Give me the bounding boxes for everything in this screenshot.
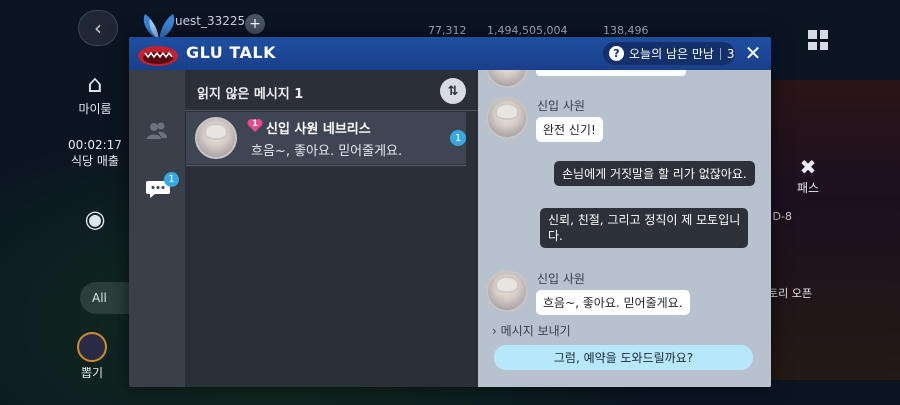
resource-value: 1,494,505,004 [487,24,568,37]
pass-label: 패스 [796,181,820,195]
heart-level-badge: 1 [247,118,263,133]
home-icon: ⌂ [87,70,103,98]
grid-menu-icon[interactable] [808,30,828,50]
home-menu-item[interactable]: ⌂ 마이룸 [60,70,130,117]
avatar [486,270,528,312]
avatar [486,70,528,88]
close-icon[interactable]: ✕ [743,41,763,65]
outgoing-message: 신뢰, 친절, 그리고 정직이 제 모토입니 다. [540,208,749,248]
pass-icon: ✖ [799,155,817,179]
eye-icon: ◉ [84,205,106,233]
chat-pane: 신입 사원 완전 신기! 손님에게 거짓말을 할 리가 없잖아요. 신뢰, 친절… [478,70,771,387]
chevron-left-icon: ‹ [94,16,102,40]
remaining-meetings-badge[interactable]: ? 오늘의 남은 만남 3 [603,42,735,65]
story-open-label: 토리 오픈 [768,287,812,300]
glu-talk-dialog: GLU TALK ? 오늘의 남은 만남 3 ✕ 1 읽지 않은 메시지 1 ⇅ [129,37,771,387]
contact-name: 신입 사원 네브리스 [266,122,371,137]
avatar [486,97,528,139]
event-countdown: D-8 [772,210,792,223]
unread-badge: 1 [450,130,466,146]
conversation-list: 읽지 않은 메시지 1 ⇅ 1 신입 사원 네브리스 흐음~, 좋아요. 믿어줄… [185,70,478,387]
mouth-logo-icon [138,46,178,66]
unread-title: 읽지 않은 메시지 1 [197,87,304,102]
incoming-message: 완전 신기! [536,117,603,142]
gacha-label: 뽑기 [80,366,104,380]
sender-name: 신입 사원 [537,272,585,286]
timer-text: 00:02:17 [68,138,122,152]
gacha-button[interactable]: 뽑기 [76,332,108,381]
view-toggle-item[interactable]: ◉ [60,205,130,235]
reply-option-button[interactable]: 그럼, 예약을 도와드릴까요? [494,345,753,370]
conversation-row[interactable]: 1 신입 사원 네브리스 흐음~, 좋아요. 믿어줄게요. 1 [186,112,466,166]
chat-unread-badge: 1 [164,172,179,187]
pass-button[interactable]: ✖ 패스 [788,155,828,196]
message-line: 다. [548,229,563,243]
remaining-count: 3 [726,46,735,61]
divider [719,47,721,60]
side-rail: 1 [129,70,185,387]
divider [186,165,466,166]
avatar [195,117,237,159]
all-label: All [92,291,107,305]
restaurant-sales-item[interactable]: 00:02:17 식당 매출 [60,138,130,169]
add-button[interactable]: + [245,14,265,34]
back-button[interactable]: ‹ [78,10,118,46]
message-bubble-partial [536,70,686,76]
chevron-right-icon: › [492,324,497,338]
guest-name: uest_33225 [175,14,246,28]
friends-tab-icon[interactable] [146,120,168,142]
sort-button[interactable]: ⇅ [440,78,466,104]
send-message-label: › 메시지 보내기 [492,322,571,339]
dialog-header: GLU TALK ? 오늘의 남은 만남 3 ✕ [129,37,771,70]
gacha-icon [77,332,107,362]
incoming-message: 흐음~, 좋아요. 믿어줄게요. [536,290,690,315]
message-preview: 흐음~, 좋아요. 믿어줄게요. [251,144,403,159]
divider [185,110,478,111]
message-line: 신뢰, 친절, 그리고 정직이 제 모토입니 [548,213,741,227]
help-icon: ? [609,46,624,61]
home-label: 마이룸 [78,102,112,116]
sort-arrows-icon: ⇅ [447,83,459,99]
dialog-title: GLU TALK [186,43,276,62]
heart-level: 1 [251,119,259,129]
send-label-text: 메시지 보내기 [500,324,571,338]
remaining-label: 오늘의 남은 만남 [629,47,714,61]
sender-name: 신입 사원 [537,99,585,113]
background-art [770,80,900,380]
outgoing-message: 손님에게 거짓말을 할 리가 없잖아요. [554,161,755,186]
resource-value: 77,312 [428,24,467,37]
timer-label: 식당 매출 [71,154,119,168]
resource-value: 138,496 [603,24,649,37]
